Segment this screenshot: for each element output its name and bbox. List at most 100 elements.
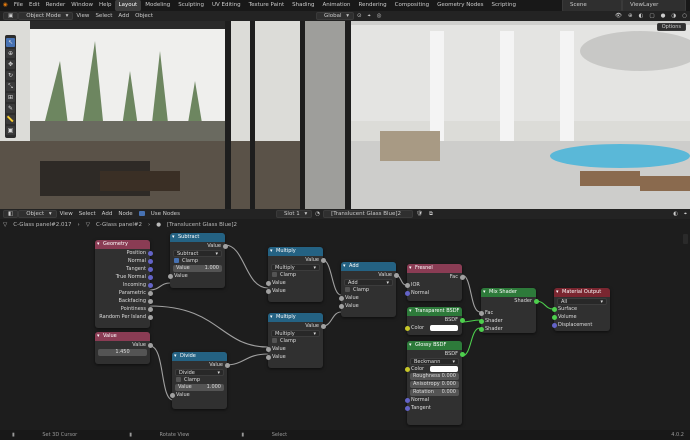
scale-tool-icon[interactable]: ⤡ [6, 82, 15, 91]
glossy-tangent-socket[interactable] [404, 405, 410, 411]
multiply2-operation-dropdown[interactable]: Multiply ▾ [271, 330, 320, 337]
divide-input-socket[interactable] [169, 392, 175, 398]
move-tool-icon[interactable]: ✥ [6, 60, 15, 69]
transparent-color[interactable]: Color [404, 324, 462, 332]
tab-animation[interactable]: Animation [318, 0, 354, 11]
geometry-output-socket[interactable] [147, 298, 153, 304]
material-browse-icon[interactable]: ◔ [312, 211, 323, 217]
glossy-color[interactable]: Color [404, 365, 462, 373]
subtract-value-field[interactable]: Value 1.000 [173, 265, 222, 272]
mix-output-socket[interactable] [533, 298, 539, 304]
subtract-output-socket[interactable] [222, 243, 228, 249]
tab-rendering[interactable]: Rendering [355, 0, 391, 11]
geometry-output-socket[interactable] [147, 266, 153, 272]
geometry-output-socket[interactable] [147, 258, 153, 264]
mix-shader-node[interactable]: Mix Shader Shader Fac Shader Shader [478, 288, 539, 333]
geometry-output-socket[interactable] [147, 250, 153, 256]
overlay-icon[interactable]: ◐ [636, 13, 647, 19]
value-output-socket[interactable] [147, 342, 153, 348]
shading-rendered-icon[interactable]: ○ [679, 13, 690, 19]
glossy-color-socket[interactable] [404, 366, 410, 372]
transparent-bsdf-node[interactable]: Transparent BSDF BSDF Color [404, 307, 465, 335]
divide-operation-dropdown[interactable]: Divide ▾ [175, 369, 224, 376]
glossy-output-socket[interactable] [459, 351, 465, 357]
value-node[interactable]: Value Value 1.450 [95, 332, 153, 364]
blender-logo-icon[interactable]: ◉ [0, 0, 11, 11]
add-node[interactable]: Add Value Add ▾ Clamp Value Value [338, 262, 399, 317]
snap-toggle-icon[interactable]: ⌖ [681, 211, 690, 218]
menu-object[interactable]: Object [132, 13, 156, 19]
geometry-output-socket[interactable] [147, 306, 153, 312]
fake-user-icon[interactable]: 🛡 [413, 211, 426, 217]
fresnel-output-socket[interactable] [459, 274, 465, 280]
annotate-tool-icon[interactable]: ✎ [6, 104, 15, 113]
subtract-operation-dropdown[interactable]: Subtract ▾ [173, 250, 222, 257]
multiply2-output-socket[interactable] [320, 323, 326, 329]
ne-menu-node[interactable]: Node [115, 211, 135, 217]
add-cube-tool-icon[interactable]: ▣ [6, 126, 15, 135]
proportional-edit-icon[interactable]: ◎ [374, 13, 385, 19]
menu-select[interactable]: Select [92, 13, 115, 19]
shading-solid-icon[interactable]: ● [658, 13, 669, 19]
editor-type-icon[interactable]: ▣ [3, 12, 19, 20]
ne-menu-select[interactable]: Select [76, 211, 99, 217]
divide-clamp[interactable]: Clamp [172, 376, 227, 384]
glossy-distribution-dropdown[interactable]: Beckmann ▾ [410, 358, 459, 365]
geometry-output-socket[interactable] [147, 314, 153, 320]
add-input-socket[interactable] [338, 303, 344, 309]
tab-sculpting[interactable]: Sculpting [174, 0, 208, 11]
3d-viewport[interactable]: ↖ ⊕ ✥ ↻ ⤡ ⊞ ✎ 📏 ▣ Options [0, 21, 690, 209]
color-swatch[interactable] [430, 325, 458, 331]
tab-texture-paint[interactable]: Texture Paint [245, 0, 289, 11]
tab-layout[interactable]: Layout [114, 0, 142, 11]
fresnel-node[interactable]: Fresnel Fac IOR Normal [404, 264, 465, 301]
multiply1-operation-dropdown[interactable]: Multiply ▾ [271, 264, 320, 271]
use-nodes-checkbox[interactable]: Use Nodes [136, 211, 186, 217]
pivot-icon[interactable]: ⊙ [354, 13, 365, 19]
node-editor-canvas[interactable]: Geometry Position Normal Tangent True Norma… [0, 230, 690, 428]
tab-compositing[interactable]: Compositing [391, 0, 433, 11]
menu-add[interactable]: Add [115, 13, 132, 19]
material-name-field[interactable]: [Translucent Glass Blue]2 [323, 210, 414, 218]
multiply1-input-socket[interactable] [265, 288, 271, 294]
anisotropy-field[interactable]: Anisotropy 0.000 [410, 381, 459, 388]
multiply2-input-socket[interactable] [265, 354, 271, 360]
divide-node[interactable]: Divide Value Divide ▾ Clamp Value 1.000 Va… [169, 352, 230, 409]
roughness-field[interactable]: Roughness 0.000 [410, 373, 459, 380]
fresnel-normal-socket[interactable] [404, 290, 410, 296]
object-mode-dropdown[interactable]: Object Mode ▾ [18, 12, 74, 20]
tab-uv-editing[interactable]: UV Editing [208, 0, 245, 11]
value-field[interactable]: 1.450 [98, 349, 147, 356]
multiply2-input-socket[interactable] [265, 346, 271, 352]
rotation-field[interactable]: Rotation 0.000 [410, 389, 459, 396]
transform-tool-icon[interactable]: ⊞ [6, 93, 15, 102]
menu-window[interactable]: Window [68, 0, 96, 11]
output-displacement-socket[interactable] [551, 322, 557, 328]
output-target-dropdown[interactable]: All ▾ [557, 298, 607, 305]
mix-shader-socket[interactable] [478, 326, 484, 332]
geometry-output-socket[interactable] [147, 290, 153, 296]
snap-icon[interactable]: ⌖ [365, 13, 374, 20]
cursor-tool-icon[interactable]: ⊕ [6, 49, 15, 58]
node-editor-type-icon[interactable]: ◧ [3, 210, 19, 218]
add-input-socket[interactable] [338, 295, 344, 301]
glossy-normal-socket[interactable] [404, 397, 410, 403]
measure-tool-icon[interactable]: 📏 [6, 115, 15, 124]
divide-output-socket[interactable] [224, 362, 230, 368]
divide-value-field[interactable]: Value 1.000 [175, 384, 224, 391]
menu-edit[interactable]: Edit [26, 0, 43, 11]
multiply1-clamp[interactable]: Clamp [268, 271, 323, 279]
tab-shading[interactable]: Shading [288, 0, 318, 11]
menu-view[interactable]: View [73, 13, 92, 19]
tab-geometry-nodes[interactable]: Geometry Nodes [433, 0, 487, 11]
multiply-node-1[interactable]: Multiply Value Multiply ▾ Clamp Value Val… [265, 247, 326, 302]
tab-scripting[interactable]: Scripting [488, 0, 520, 11]
subtract-clamp[interactable]: Clamp [170, 257, 225, 265]
add-operation-dropdown[interactable]: Add ▾ [344, 279, 393, 286]
geometry-output-socket[interactable] [147, 282, 153, 288]
xray-icon[interactable]: ▢ [646, 13, 657, 19]
add-output-socket[interactable] [393, 272, 399, 278]
output-volume-socket[interactable] [551, 314, 557, 320]
menu-render[interactable]: Render [43, 0, 69, 11]
multiply-node-2[interactable]: Multiply Value Multiply ▾ Clamp Value Val… [265, 313, 326, 368]
